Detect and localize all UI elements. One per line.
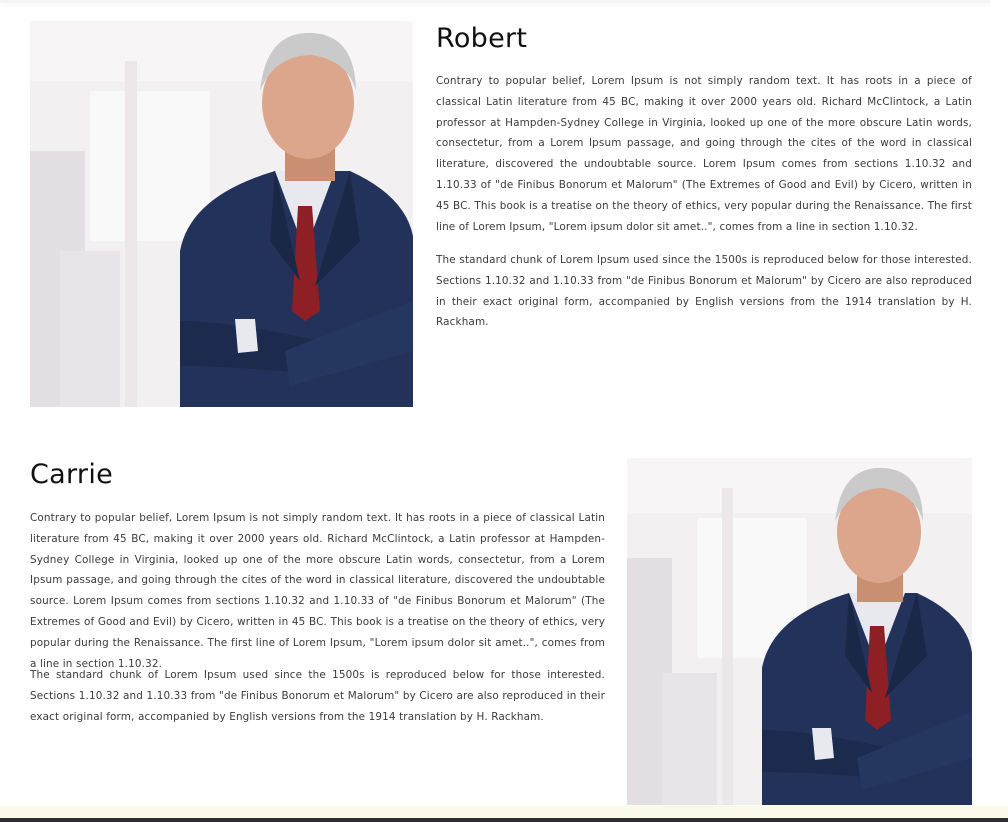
profile-name: Robert	[436, 23, 528, 54]
profile-photo	[30, 21, 413, 407]
businessman-portrait-image	[627, 458, 972, 805]
scrollbar-track[interactable]	[994, 0, 1008, 822]
top-shadow-bar	[0, 0, 990, 3]
profile-photo	[627, 458, 972, 805]
profile-name: Carrie	[30, 459, 114, 490]
profile-bio-paragraph: Contrary to popular belief, Lorem Ipsum …	[436, 75, 972, 233]
profile-bio-paragraph: Contrary to popular belief, Lorem Ipsum …	[30, 512, 605, 670]
profile-bio-paragraph: The standard chunk of Lorem Ipsum used s…	[30, 669, 605, 723]
window-bottom-edge	[0, 818, 1008, 822]
footer-strip	[0, 806, 1008, 818]
businessman-portrait-image	[30, 21, 413, 407]
profile-bio-paragraph: The standard chunk of Lorem Ipsum used s…	[436, 254, 972, 329]
